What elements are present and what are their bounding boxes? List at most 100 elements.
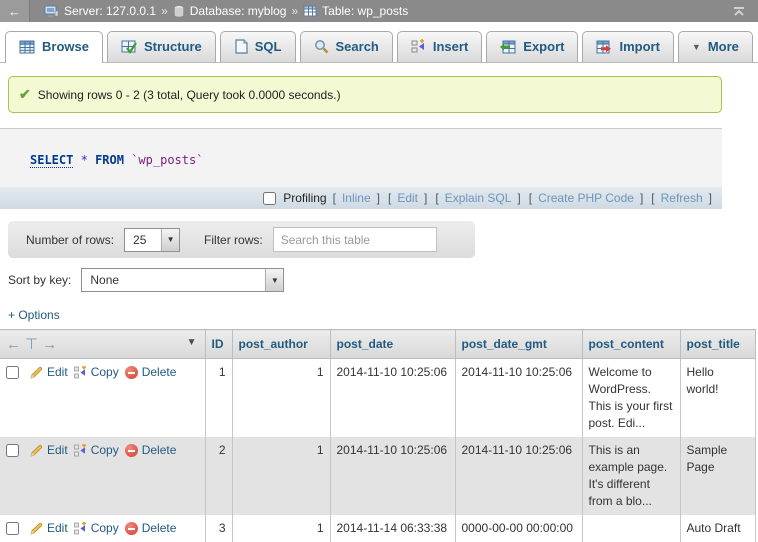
copy-row-link[interactable]: Copy bbox=[74, 364, 119, 381]
tab-label: Export bbox=[523, 39, 564, 54]
explain-sql-link[interactable]: Explain SQL bbox=[445, 191, 512, 205]
table-icon bbox=[303, 5, 317, 17]
tab-import[interactable]: Import bbox=[582, 31, 673, 62]
cell-post-author: 1 bbox=[232, 359, 330, 438]
cell-post-title: Hello world! bbox=[680, 359, 755, 438]
tab-label: Search bbox=[336, 39, 379, 54]
tab-sql[interactable]: SQL bbox=[220, 31, 296, 62]
tab-label: Insert bbox=[433, 39, 468, 54]
database-icon bbox=[173, 5, 185, 18]
tab-browse[interactable]: Browse bbox=[5, 31, 103, 63]
bracket: [ bbox=[388, 191, 391, 205]
copy-row-link[interactable]: Copy bbox=[74, 520, 119, 537]
table-row: Edit Copy Delete 1 1 2014-11-10 10:25:06… bbox=[0, 359, 755, 438]
breadcrumb-database[interactable]: Database: myblog bbox=[190, 4, 287, 18]
cell-post-date: 2014-11-10 10:25:06 bbox=[330, 359, 455, 438]
refresh-link[interactable]: Refresh bbox=[661, 191, 703, 205]
profiling-checkbox[interactable] bbox=[263, 192, 276, 205]
tab-label: SQL bbox=[255, 39, 282, 54]
column-header-post-content[interactable]: post_content bbox=[582, 330, 680, 359]
profiling-label: Profiling bbox=[283, 191, 326, 205]
inline-link[interactable]: Inline bbox=[342, 191, 371, 205]
breadcrumb-separator: » bbox=[161, 4, 168, 18]
filter-rows-label: Filter rows: bbox=[204, 233, 263, 247]
tab-label: Import bbox=[619, 39, 659, 54]
tab-more[interactable]: ▼ More bbox=[678, 31, 753, 62]
sql-query-region: SELECT * FROM `wp_posts` Profiling [ Inl… bbox=[0, 128, 722, 209]
collapse-topbar-button[interactable] bbox=[732, 6, 758, 17]
delete-icon bbox=[125, 522, 138, 535]
sql-query-box[interactable]: SELECT * FROM `wp_posts` bbox=[0, 129, 722, 187]
column-header-id[interactable]: ID bbox=[205, 330, 232, 359]
cell-id: 3 bbox=[205, 515, 232, 542]
delete-icon bbox=[125, 366, 138, 379]
table-row: Edit Copy Delete 2 1 2014-11-10 10:25:06… bbox=[0, 437, 755, 515]
create-php-code-link[interactable]: Create PHP Code bbox=[538, 191, 634, 205]
bracket: ] bbox=[709, 191, 712, 205]
cell-post-author: 1 bbox=[232, 515, 330, 542]
cell-id: 1 bbox=[205, 359, 232, 438]
chevron-down-icon: ▼ bbox=[167, 235, 175, 244]
row-select-checkbox[interactable] bbox=[6, 522, 19, 535]
search-icon bbox=[314, 39, 329, 54]
column-header-post-author[interactable]: post_author bbox=[232, 330, 330, 359]
status-message-text: Showing rows 0 - 2 (3 total, Query took … bbox=[38, 88, 341, 102]
copy-label: Copy bbox=[91, 364, 119, 381]
collapse-icon bbox=[732, 6, 746, 17]
options-toggle[interactable]: + Options bbox=[8, 308, 60, 322]
cell-post-date: 2014-11-10 10:25:06 bbox=[330, 437, 455, 515]
column-header-post-date[interactable]: post_date bbox=[330, 330, 455, 359]
tab-export[interactable]: Export bbox=[486, 31, 578, 62]
insert-icon bbox=[411, 39, 426, 54]
row-select-checkbox[interactable] bbox=[6, 366, 19, 379]
bracket: [ bbox=[651, 191, 654, 205]
cell-id: 2 bbox=[205, 437, 232, 515]
table-filter-input[interactable] bbox=[273, 227, 437, 252]
sql-star: * bbox=[81, 153, 88, 167]
sort-by-key-select[interactable]: None ▼ bbox=[81, 268, 284, 292]
bracket: ] bbox=[517, 191, 520, 205]
back-button[interactable]: ← bbox=[0, 0, 30, 22]
transpose-left-icon[interactable]: ← bbox=[6, 336, 25, 353]
tab-search[interactable]: Search bbox=[300, 31, 393, 62]
delete-row-link[interactable]: Delete bbox=[125, 442, 177, 459]
delete-row-link[interactable]: Delete bbox=[125, 364, 177, 381]
copy-row-link[interactable]: Copy bbox=[74, 442, 119, 459]
column-header-post-date-gmt[interactable]: post_date_gmt bbox=[455, 330, 582, 359]
tab-insert[interactable]: Insert bbox=[397, 31, 482, 62]
breadcrumb-table[interactable]: Table: wp_posts bbox=[322, 4, 408, 18]
delete-row-link[interactable]: Delete bbox=[125, 520, 177, 537]
row-select-checkbox[interactable] bbox=[6, 444, 19, 457]
edit-query-link[interactable]: Edit bbox=[397, 191, 418, 205]
tab-bar: Browse Structure SQL Search Insert Expor… bbox=[0, 22, 758, 63]
column-header-post-title[interactable]: post_title bbox=[680, 330, 755, 359]
edit-label: Edit bbox=[47, 520, 68, 537]
transpose-right-icon[interactable]: → bbox=[42, 336, 61, 353]
cell-post-date-gmt: 2014-11-10 10:25:06 bbox=[455, 359, 582, 438]
edit-label: Edit bbox=[47, 442, 68, 459]
breadcrumb-server[interactable]: Server: 127.0.0.1 bbox=[64, 4, 156, 18]
tab-label: More bbox=[708, 39, 739, 54]
edit-row-link[interactable]: Edit bbox=[29, 364, 68, 381]
sql-keyword-from: FROM bbox=[95, 153, 124, 167]
back-arrow-icon: ← bbox=[8, 4, 21, 19]
select-dropdown-button[interactable]: ▼ bbox=[265, 269, 283, 291]
transpose-icon[interactable]: ⊤ bbox=[25, 336, 42, 353]
breadcrumb-bar: ← Server: 127.0.0.1 » Database: myblog »… bbox=[0, 0, 758, 22]
sql-table-identifier: `wp_posts` bbox=[131, 153, 203, 167]
edit-row-link[interactable]: Edit bbox=[29, 442, 68, 459]
number-of-rows-select[interactable]: 25 ▼ bbox=[124, 228, 180, 252]
cell-post-date: 2014-11-14 06:33:38 bbox=[330, 515, 455, 542]
cell-post-author: 1 bbox=[232, 437, 330, 515]
table-header-row: ←⊤→ ▼ ID post_author post_date post_date… bbox=[0, 330, 755, 359]
select-dropdown-button[interactable]: ▼ bbox=[161, 229, 179, 251]
delete-label: Delete bbox=[142, 520, 177, 537]
tab-structure[interactable]: Structure bbox=[107, 31, 216, 62]
bracket: [ bbox=[333, 191, 336, 205]
bracket: [ bbox=[435, 191, 438, 205]
edit-row-link[interactable]: Edit bbox=[29, 520, 68, 537]
breadcrumb: Server: 127.0.0.1 » Database: myblog » T… bbox=[30, 4, 732, 18]
column-visibility-caret-icon[interactable]: ▼ bbox=[187, 337, 197, 348]
pencil-icon bbox=[29, 366, 43, 380]
cell-post-title: Auto Draft bbox=[680, 515, 755, 542]
